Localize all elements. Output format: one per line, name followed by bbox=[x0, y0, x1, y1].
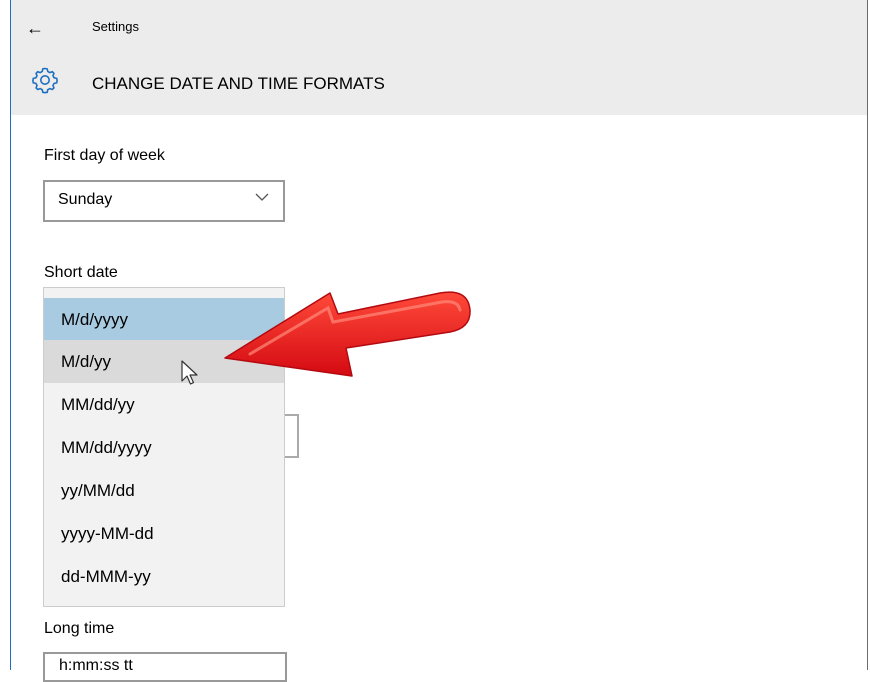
list-item[interactable]: dd-MMM-yy bbox=[44, 555, 284, 598]
list-item[interactable]: MM/dd/yy bbox=[44, 383, 284, 426]
long-time-label: Long time bbox=[44, 620, 115, 637]
list-item[interactable]: MM/dd/yyyy bbox=[44, 426, 284, 469]
list-item[interactable]: yy/MM/dd bbox=[44, 469, 284, 512]
gear-icon bbox=[32, 67, 58, 94]
title-bar bbox=[11, 0, 867, 115]
short-date-label: Short date bbox=[44, 264, 118, 281]
short-date-dropdown-edge bbox=[285, 414, 299, 458]
first-day-value: Sunday bbox=[58, 191, 113, 208]
first-day-label: First day of week bbox=[44, 147, 165, 164]
mouse-cursor-icon bbox=[181, 360, 198, 385]
back-arrow-icon[interactable]: ← bbox=[22, 15, 48, 41]
long-time-value: h:mm:ss tt bbox=[59, 657, 133, 674]
window-title: Settings bbox=[92, 19, 139, 34]
red-arrow-annotation bbox=[224, 291, 471, 377]
chevron-down-icon bbox=[255, 193, 269, 201]
list-item[interactable]: yyyy-MM-dd bbox=[44, 512, 284, 555]
page-title: CHANGE DATE AND TIME FORMATS bbox=[92, 74, 385, 93]
first-day-dropdown[interactable]: Sunday bbox=[43, 180, 285, 222]
window-border-right bbox=[867, 0, 868, 670]
long-time-dropdown[interactable]: h:mm:ss tt bbox=[43, 652, 287, 682]
